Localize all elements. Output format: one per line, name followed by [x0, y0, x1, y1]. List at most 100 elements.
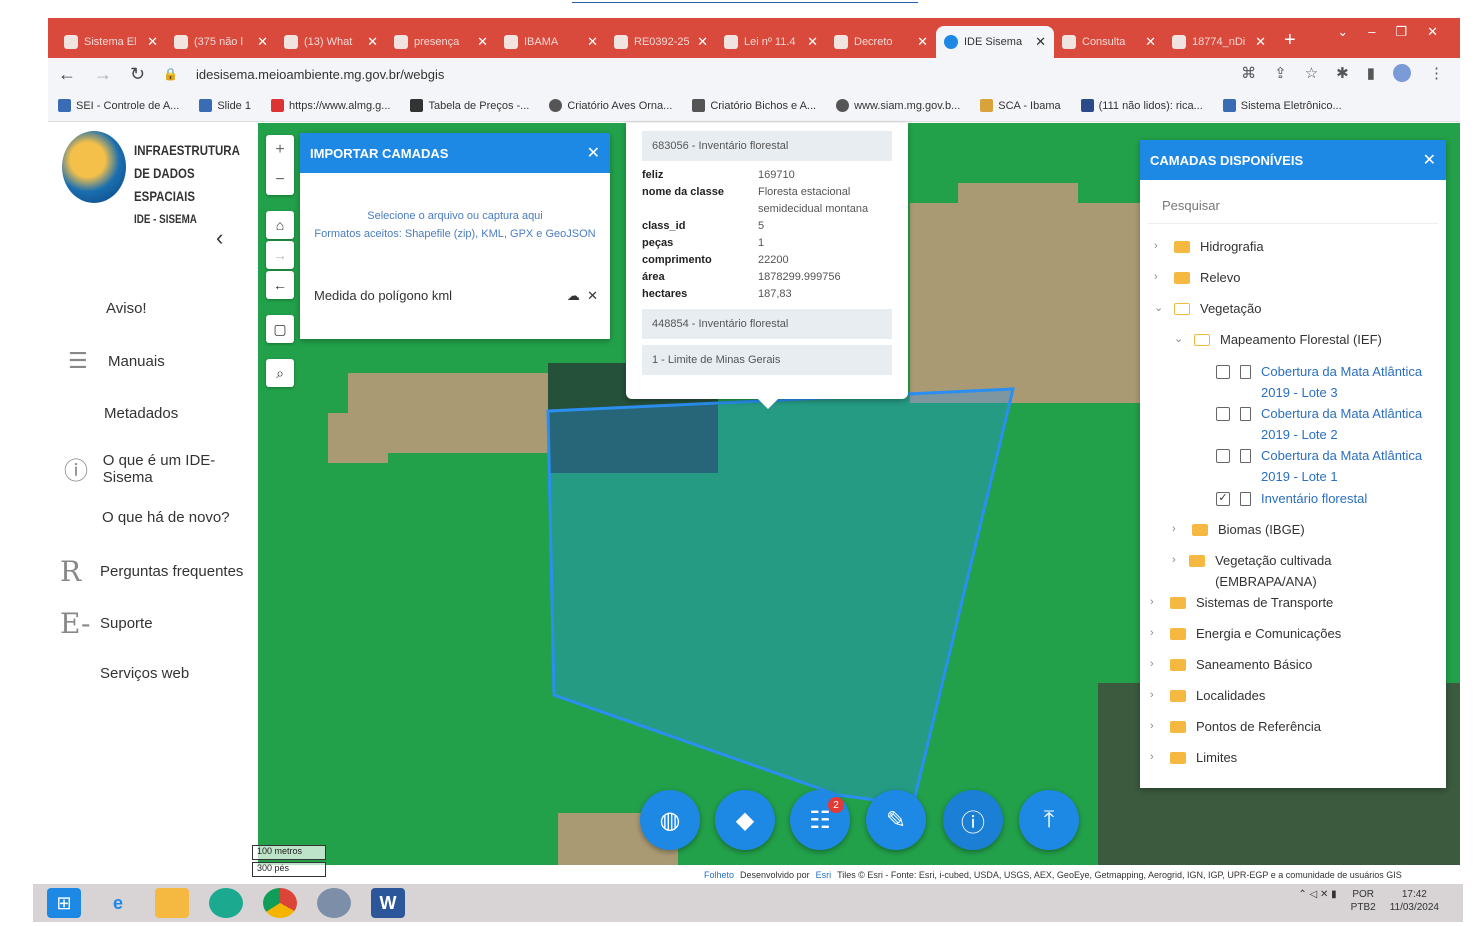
browser-tab[interactable]: IBAMA ✕ [496, 26, 606, 58]
popup-feature-header[interactable]: 683056 - Inventário florestal [642, 131, 892, 161]
google-earth-pro-icon[interactable] [317, 888, 351, 918]
basemap-globe-button[interactable]: ◍ [640, 790, 700, 850]
zoom-in-icon[interactable]: + [266, 135, 294, 165]
search-icon[interactable]: ⌕ [266, 359, 294, 387]
file-drop-zone[interactable]: Selecione o arquivo ou captura aqui Form… [300, 207, 610, 243]
previous-extent-icon[interactable]: ← [266, 271, 294, 299]
bookmark-item[interactable]: Criatório Aves Orna... [549, 99, 672, 112]
bookmark-item[interactable]: Criatório Bichos e A... [692, 99, 816, 112]
leaflet-link[interactable]: Folheto [704, 870, 734, 880]
browser-tab[interactable]: (13) What ✕ [276, 26, 386, 58]
bookmark-item[interactable]: SCA - Ibama [980, 99, 1061, 112]
layer-group-mapeamento-florestal[interactable]: ⌄ Mapeamento Florestal (IEF) [1174, 329, 1382, 350]
windows-start-icon[interactable]: ⊞ [47, 888, 81, 918]
browser-tab[interactable]: 18774_nDi ✕ [1164, 26, 1274, 58]
layer-checkbox-checked[interactable]: ✓ [1216, 492, 1230, 506]
tab-close-icon[interactable]: ✕ [807, 34, 818, 50]
tab-close-icon[interactable]: ✕ [1145, 34, 1156, 50]
layer-group-biomas[interactable]: › Biomas (IBGE) [1172, 519, 1305, 540]
layer-group-pontos-referencia[interactable]: › Pontos de Referência [1150, 716, 1321, 737]
remove-file-icon[interactable]: ✕ [587, 288, 598, 303]
browser-tab[interactable]: Decreto ✕ [826, 26, 936, 58]
browser-tab[interactable]: Sistema El ✕ [56, 26, 166, 58]
tab-close-icon[interactable]: ✕ [587, 34, 598, 50]
bookmark-item[interactable]: Slide 1 [199, 99, 251, 112]
browser-tab[interactable]: (375 não l ✕ [166, 26, 276, 58]
close-icon[interactable]: ✕ [1423, 150, 1436, 170]
url-field[interactable]: idesisema.meioambiente.mg.gov.br/webgis [196, 67, 444, 82]
browser-tab[interactable]: presença ✕ [386, 26, 496, 58]
side-panel-icon[interactable]: ▮ [1367, 64, 1375, 82]
tab-close-icon[interactable]: ✕ [147, 34, 158, 50]
tab-close-icon[interactable]: ✕ [697, 34, 708, 50]
minimize-icon[interactable]: – [1368, 24, 1375, 40]
clock[interactable]: 17:42 11/03/2024 [1390, 888, 1439, 914]
popup-section[interactable]: 1 - Limite de Minas Gerais [642, 345, 892, 375]
layer-group-saneamento[interactable]: › Saneamento Básico [1150, 654, 1312, 675]
layer-group-hidrografia[interactable]: › Hidrografia [1154, 236, 1264, 257]
layer-search-input[interactable]: Pesquisar [1148, 188, 1438, 224]
layers-button[interactable]: ◆ [715, 790, 775, 850]
profile-avatar[interactable] [1393, 64, 1411, 82]
tab-search-chevron-icon[interactable]: ⌄ [1337, 24, 1348, 40]
chevron-right-icon[interactable]: › [1150, 623, 1160, 644]
tab-close-icon[interactable]: ✕ [477, 34, 488, 50]
translate-icon[interactable]: ⌘ [1241, 64, 1256, 82]
tab-close-icon[interactable]: ✕ [257, 34, 268, 50]
layer-item[interactable]: Cobertura da Mata Atlântica 2019 - Lote … [1216, 403, 1430, 445]
tab-close-icon[interactable]: ✕ [917, 34, 928, 50]
menu-item-servicos-web[interactable]: Serviços web [100, 665, 189, 682]
star-icon[interactable]: ☆ [1305, 64, 1318, 82]
collapse-sidebar-chevron-icon[interactable]: ‹ [216, 225, 223, 251]
layer-item[interactable]: Cobertura da Mata Atlântica 2019 - Lote … [1216, 445, 1430, 487]
menu-item-o-que-e[interactable]: ⓘ O que é um IDE-Sisema [64, 451, 258, 486]
edge-icon[interactable] [209, 888, 243, 918]
browser-tab[interactable]: RE0392-25 ✕ [606, 26, 716, 58]
extensions-puzzle-icon[interactable]: ✱ [1336, 64, 1349, 82]
chevron-right-icon[interactable]: › [1154, 267, 1164, 288]
menu-kebab-icon[interactable]: ⋮ [1429, 64, 1444, 82]
layer-group-limites[interactable]: › Limites [1150, 747, 1237, 768]
select-area-icon[interactable]: ▢ [266, 315, 294, 343]
forward-extent-icon[interactable]: → [266, 241, 294, 269]
file-explorer-icon[interactable] [155, 888, 189, 918]
menu-item-metadados[interactable]: Metadados [104, 405, 178, 422]
menu-item-suporte[interactable]: E- Suporte [60, 607, 153, 640]
layer-item-inventario[interactable]: ✓ Inventário florestal [1216, 488, 1367, 509]
zoom-out-icon[interactable]: − [266, 165, 294, 195]
layer-group-localidades[interactable]: › Localidades [1150, 685, 1265, 706]
close-window-icon[interactable]: ✕ [1427, 24, 1438, 40]
popup-section[interactable]: 448854 - Inventário florestal [642, 309, 892, 339]
chevron-right-icon[interactable]: › [1154, 236, 1164, 257]
cloud-upload-icon[interactable]: ☁ [567, 288, 580, 303]
share-icon[interactable]: ⇪ [1274, 64, 1287, 82]
tray-icons[interactable]: ⌃ ◁ ✕ ▮ [1298, 888, 1336, 914]
bookmark-item[interactable]: Tabela de Preços -... [410, 99, 529, 112]
layer-group-energia[interactable]: › Energia e Comunicações [1150, 623, 1341, 644]
tab-close-icon[interactable]: ✕ [1035, 34, 1046, 50]
tab-close-icon[interactable]: ✕ [367, 34, 378, 50]
word-icon[interactable]: W [371, 888, 405, 918]
browser-tab[interactable]: Lei nº 11.4 ✕ [716, 26, 826, 58]
chevron-right-icon[interactable]: › [1150, 592, 1160, 613]
new-tab-plus-icon[interactable]: + [1284, 29, 1296, 52]
chevron-right-icon[interactable]: › [1172, 550, 1179, 571]
bookmark-item[interactable]: (111 não lidos): rica... [1080, 99, 1203, 112]
bookmark-item[interactable]: www.siam.mg.gov.b... [836, 99, 960, 112]
browser-tab[interactable]: Consulta ✕ [1054, 26, 1164, 58]
menu-item-aviso[interactable]: Aviso! [106, 300, 147, 317]
back-arrow-icon[interactable]: ← [58, 64, 76, 85]
layer-group-vegetacao[interactable]: ⌄ Vegetação [1154, 298, 1261, 319]
internet-explorer-icon[interactable]: e [101, 888, 135, 918]
layer-checkbox[interactable] [1216, 407, 1230, 421]
layer-checkbox[interactable] [1216, 365, 1230, 379]
layer-group-relevo[interactable]: › Relevo [1154, 267, 1240, 288]
bookmark-item[interactable]: SEI - Controle de A... [58, 99, 179, 112]
layer-item[interactable]: Cobertura da Mata Atlântica 2019 - Lote … [1216, 361, 1430, 403]
layer-checkbox[interactable] [1216, 449, 1230, 463]
measure-tool-button[interactable]: ✎ [866, 790, 926, 850]
close-icon[interactable]: ✕ [587, 143, 600, 163]
chevron-right-icon[interactable]: › [1172, 519, 1182, 540]
menu-item-manuais[interactable]: ☰ Manuais [68, 349, 165, 374]
layer-group-vegetacao-cultivada[interactable]: › Vegetação cultivada (EMBRAPA/ANA) [1172, 550, 1372, 592]
